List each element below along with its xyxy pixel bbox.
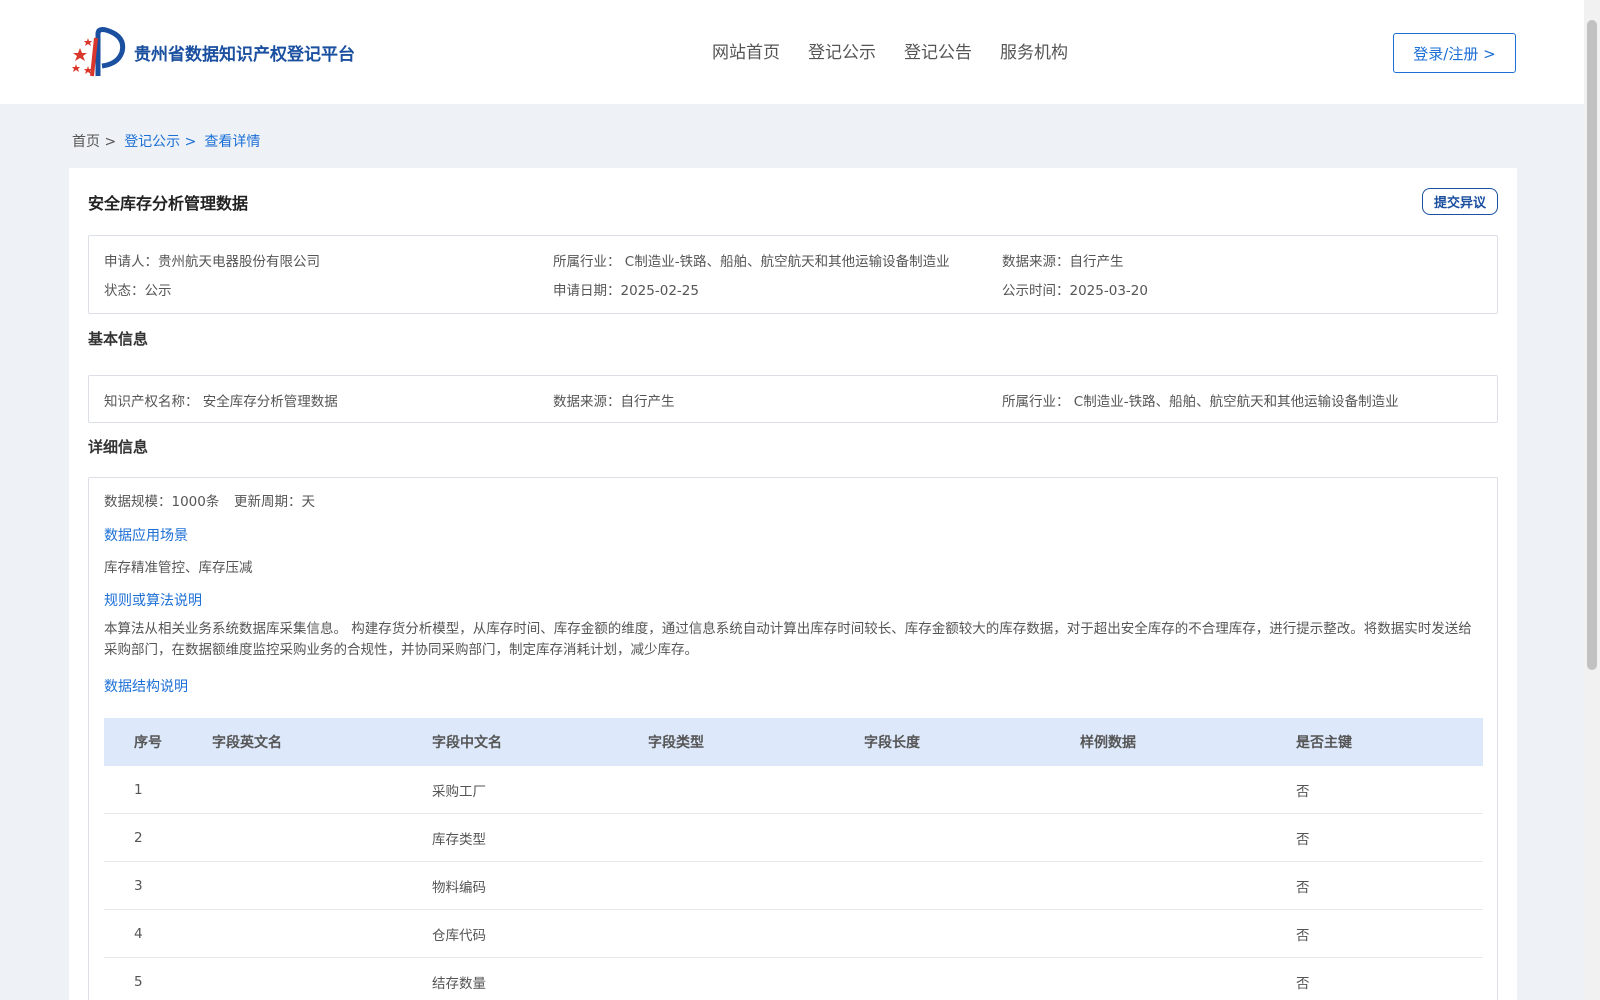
- nav-item-home[interactable]: 网站首页: [712, 38, 780, 63]
- status-value: 公示: [144, 283, 172, 299]
- breadcrumb-current: 查看详情: [204, 134, 261, 150]
- nav-item-registration-announcement[interactable]: 登记公告: [904, 38, 972, 63]
- logo-emblem-icon: [72, 27, 126, 77]
- scale-value: 1000条: [171, 494, 220, 510]
- breadcrumb: 首页 > 登记公示 > 查看详情: [72, 131, 268, 151]
- breadcrumb-home[interactable]: 首页 >: [72, 131, 116, 151]
- basic-source-label: 数据来源：: [553, 394, 621, 410]
- cell-index: 4: [134, 925, 143, 942]
- header-primary-key: 是否主键: [1296, 735, 1352, 751]
- summary-box: 申请人：贵州航天电器股份有限公司 所属行业： C制造业-铁路、船舶、航空航天和其…: [88, 235, 1498, 314]
- detail-panel: 安全库存分析管理数据 提交异议 申请人：贵州航天电器股份有限公司 所属行业： C…: [69, 168, 1517, 1000]
- scale-field: 数据规模：1000条: [104, 490, 219, 510]
- algorithm-text: 本算法从相关业务系统数据库采集信息。 构建存货分析模型，从库存时间、库存金额的维…: [104, 621, 1472, 658]
- cell-index: 3: [134, 877, 143, 894]
- cell-chinese-name: 结存数量: [432, 975, 486, 992]
- cell-primary-key: 否: [1296, 927, 1310, 944]
- cell-index: 2: [134, 829, 143, 846]
- apply-date-field: 申请日期：2025-02-25: [553, 279, 699, 299]
- main-nav: 网站首页 登记公示 登记公告 服务机构: [712, 38, 1096, 63]
- source-value: 自行产生: [1069, 254, 1124, 270]
- header-field-type: 字段类型: [648, 735, 704, 751]
- structure-title: 数据结构说明: [104, 679, 188, 695]
- basic-industry-label: 所属行业：: [1002, 394, 1070, 410]
- industry-field: 所属行业： C制造业-铁路、船舶、航空航天和其他运输设备制造业: [553, 250, 950, 270]
- cell-primary-key: 否: [1296, 975, 1310, 992]
- algorithm-title: 规则或算法说明: [104, 593, 202, 609]
- apply-date-label: 申请日期：: [553, 283, 621, 299]
- cell-index: 5: [134, 973, 143, 990]
- basic-info-box: 知识产权名称： 安全库存分析管理数据 数据来源：自行产生 所属行业： C制造业-…: [88, 375, 1498, 423]
- table-row: 1 采购工厂 否: [104, 766, 1483, 814]
- applicant-label: 申请人：: [104, 254, 158, 270]
- scale-label: 数据规模：: [104, 494, 172, 510]
- scenario-title: 数据应用场景: [104, 528, 188, 544]
- detail-info-box: 数据规模：1000条 更新周期：天 数据应用场景 库存精准管控、库存压减 规则或…: [88, 477, 1498, 1000]
- header-english-name: 字段英文名: [212, 735, 282, 751]
- ip-name-value: 安全库存分析管理数据: [202, 394, 338, 410]
- header-sample-data: 样例数据: [1080, 735, 1136, 751]
- basic-source-field: 数据来源：自行产生: [553, 390, 675, 410]
- breadcrumb-publicity[interactable]: 登记公示 >: [124, 131, 196, 151]
- basic-source-value: 自行产生: [620, 394, 675, 410]
- update-cycle-value: 天: [301, 494, 316, 510]
- basic-info-title: 基本信息: [88, 330, 149, 348]
- cell-primary-key: 否: [1296, 831, 1310, 848]
- scenario-text: 库存精准管控、库存压减: [104, 560, 253, 576]
- cell-chinese-name: 物料编码: [432, 879, 486, 896]
- cell-chinese-name: 库存类型: [432, 831, 486, 848]
- site-name: 贵州省数据知识产权登记平台: [134, 44, 355, 65]
- table-row: 4 仓库代码 否: [104, 910, 1483, 958]
- status-label: 状态：: [104, 283, 145, 299]
- publish-time-label: 公示时间：: [1002, 283, 1070, 299]
- source-label: 数据来源：: [1002, 254, 1070, 270]
- update-cycle-field: 更新周期：天: [234, 490, 315, 510]
- ip-name-label: 知识产权名称：: [104, 394, 199, 410]
- cell-chinese-name: 仓库代码: [432, 927, 486, 944]
- industry-label: 所属行业：: [553, 254, 621, 270]
- cell-index: 1: [134, 781, 143, 798]
- login-register-button[interactable]: 登录/注册 >: [1393, 33, 1516, 73]
- apply-date-value: 2025-02-25: [620, 283, 699, 299]
- scrollbar-thumb[interactable]: [1587, 20, 1597, 670]
- nav-item-service-agencies[interactable]: 服务机构: [1000, 38, 1068, 63]
- cell-primary-key: 否: [1296, 879, 1310, 896]
- site-logo[interactable]: 贵州省数据知识产权登记平台: [70, 26, 355, 78]
- cell-primary-key: 否: [1296, 783, 1310, 800]
- page-title: 安全库存分析管理数据: [88, 194, 249, 213]
- status-field: 状态：公示: [104, 279, 172, 299]
- cell-chinese-name: 采购工厂: [432, 783, 486, 800]
- table-header: 序号 字段英文名 字段中文名 字段类型 字段长度 样例数据 是否主键: [104, 718, 1483, 766]
- header-index: 序号: [134, 735, 162, 751]
- ip-name-field: 知识产权名称： 安全库存分析管理数据: [104, 390, 338, 410]
- table-row: 2 库存类型 否: [104, 814, 1483, 862]
- source-field: 数据来源：自行产生: [1002, 250, 1124, 270]
- header-chinese-name: 字段中文名: [432, 735, 502, 751]
- data-structure-table: 序号 字段英文名 字段中文名 字段类型 字段长度 样例数据 是否主键 1 采购工…: [104, 718, 1483, 1000]
- industry-value: C制造业-铁路、船舶、航空航天和其他运输设备制造业: [624, 254, 950, 270]
- site-header: 贵州省数据知识产权登记平台 网站首页 登记公示 登记公告 服务机构 登录/注册 …: [0, 0, 1584, 104]
- nav-item-registration-publicity[interactable]: 登记公示: [808, 38, 876, 63]
- table-row: 5 结存数量 否: [104, 958, 1483, 1000]
- applicant-value: 贵州航天电器股份有限公司: [158, 254, 320, 270]
- submit-objection-button[interactable]: 提交异议: [1422, 188, 1498, 215]
- applicant-field: 申请人：贵州航天电器股份有限公司: [104, 250, 320, 270]
- publish-time-field: 公示时间：2025-03-20: [1002, 279, 1148, 299]
- publish-time-value: 2025-03-20: [1069, 283, 1148, 299]
- basic-industry-field: 所属行业： C制造业-铁路、船舶、航空航天和其他运输设备制造业: [1002, 390, 1399, 410]
- detail-info-title: 详细信息: [88, 438, 149, 456]
- header-field-length: 字段长度: [864, 735, 920, 751]
- table-row: 3 物料编码 否: [104, 862, 1483, 910]
- page-scrollbar[interactable]: [1584, 0, 1600, 1000]
- basic-industry-value: C制造业-铁路、船舶、航空航天和其他运输设备制造业: [1073, 394, 1399, 410]
- update-cycle-label: 更新周期：: [234, 494, 302, 510]
